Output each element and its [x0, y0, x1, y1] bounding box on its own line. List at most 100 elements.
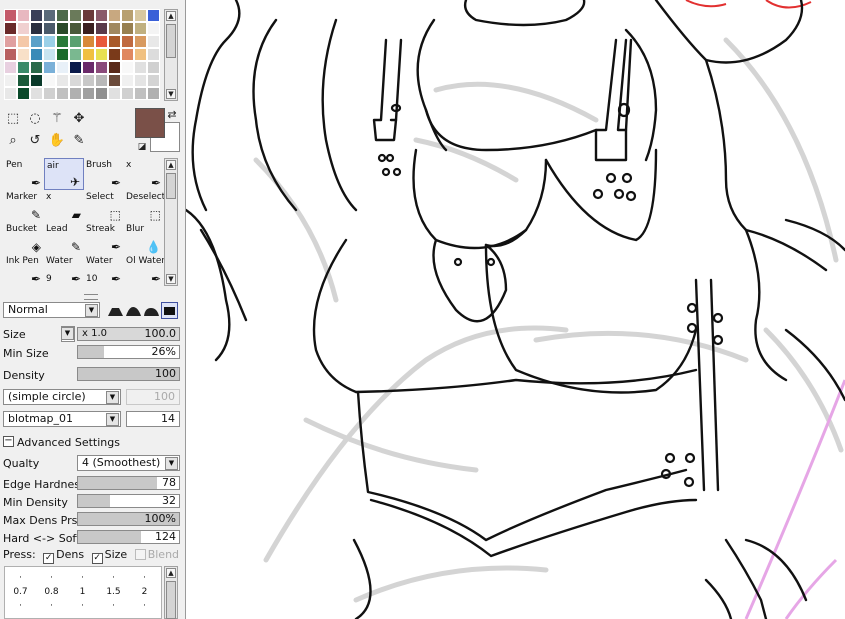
- palette-swatch[interactable]: [134, 87, 147, 100]
- tool-item[interactable]: Bucket ◈: [4, 222, 44, 254]
- tool-item[interactable]: Water 10 ✒: [84, 254, 124, 286]
- palette-swatch[interactable]: [121, 87, 134, 100]
- palette-swatch[interactable]: [121, 61, 134, 74]
- palette-swatch[interactable]: [30, 87, 43, 100]
- brush-size-dot-icon[interactable]: ·: [5, 573, 36, 583]
- edge-hardness-slider[interactable]: 78: [77, 476, 180, 490]
- sizes-scrollbar[interactable]: ▲: [164, 566, 178, 619]
- tool-item[interactable]: x ✒: [124, 158, 164, 190]
- palette-scrollbar[interactable]: ▲ ▼: [164, 9, 178, 101]
- palette-swatch[interactable]: [134, 22, 147, 35]
- max-dens-prs-slider[interactable]: 100%: [77, 512, 180, 526]
- palette-swatch[interactable]: [30, 61, 43, 74]
- tool-item[interactable]: Pen ✒: [4, 158, 44, 190]
- brush-shape-medium-icon[interactable]: [125, 302, 142, 319]
- palette-swatch[interactable]: [17, 87, 30, 100]
- palette-swatch[interactable]: [134, 35, 147, 48]
- scroll-up-icon[interactable]: ▲: [166, 568, 176, 578]
- primary-color-swatch[interactable]: [135, 108, 165, 138]
- palette-swatch[interactable]: [43, 22, 56, 35]
- palette-swatch[interactable]: [30, 9, 43, 22]
- palette-swatch[interactable]: [108, 87, 121, 100]
- hand-icon[interactable]: ✋: [48, 132, 66, 150]
- palette-swatch[interactable]: [30, 35, 43, 48]
- palette-swatch[interactable]: [147, 9, 160, 22]
- blend-mode-select[interactable]: Normal ▼: [3, 302, 100, 318]
- palette-swatch[interactable]: [134, 9, 147, 22]
- tool-item[interactable]: Marker ✎: [4, 190, 44, 222]
- scroll-thumb[interactable]: [166, 173, 176, 199]
- tool-item[interactable]: Ink Pen ✒: [4, 254, 44, 286]
- quality-select[interactable]: 4 (Smoothest) ▼: [77, 455, 180, 471]
- magic-wand-icon[interactable]: ⚚: [48, 110, 66, 128]
- palette-swatch[interactable]: [4, 61, 17, 74]
- palette-swatch[interactable]: [134, 48, 147, 61]
- palette-swatch[interactable]: [56, 35, 69, 48]
- palette-swatch[interactable]: [95, 74, 108, 87]
- palette-swatch[interactable]: [121, 74, 134, 87]
- scroll-thumb[interactable]: [166, 581, 176, 619]
- palette-swatch[interactable]: [30, 22, 43, 35]
- palette-swatch[interactable]: [56, 22, 69, 35]
- palette-swatch[interactable]: [56, 9, 69, 22]
- brush-size-dot-icon[interactable]: ·: [98, 601, 129, 611]
- palette-swatch[interactable]: [56, 74, 69, 87]
- palette-swatch[interactable]: [95, 35, 108, 48]
- lasso-icon[interactable]: ◌: [26, 110, 44, 128]
- palette-swatch[interactable]: [56, 48, 69, 61]
- density-slider[interactable]: 100: [77, 367, 180, 381]
- palette-swatch[interactable]: [108, 22, 121, 35]
- palette-swatch[interactable]: [147, 48, 160, 61]
- tool-item[interactable]: Water 9 ✒: [44, 254, 84, 286]
- brush-size-dot-icon[interactable]: ·: [129, 573, 160, 583]
- scroll-down-icon[interactable]: ▼: [166, 274, 176, 284]
- press-dens-checkbox[interactable]: ✓: [43, 553, 55, 564]
- palette-swatch[interactable]: [17, 61, 30, 74]
- brush-size-dot-icon[interactable]: ·: [36, 573, 67, 583]
- brush-texture-strength[interactable]: 14: [126, 411, 180, 427]
- palette-swatch[interactable]: [30, 74, 43, 87]
- palette-swatch[interactable]: [121, 35, 134, 48]
- palette-swatch[interactable]: [134, 74, 147, 87]
- press-size-checkbox[interactable]: ✓: [91, 553, 103, 564]
- palette-swatch[interactable]: [4, 87, 17, 100]
- palette-swatch[interactable]: [69, 9, 82, 22]
- palette-swatch[interactable]: [95, 22, 108, 35]
- rotate-icon[interactable]: ↺: [26, 132, 44, 150]
- palette-swatch[interactable]: [108, 9, 121, 22]
- palette-swatch[interactable]: [147, 87, 160, 100]
- min-size-slider[interactable]: 26%: [77, 345, 180, 359]
- move-icon[interactable]: ✥: [70, 110, 88, 128]
- tool-item[interactable]: Select ⬚: [84, 190, 124, 222]
- tool-item[interactable]: Deselect ⬚: [124, 190, 165, 222]
- palette-swatch[interactable]: [121, 9, 134, 22]
- palette-swatch[interactable]: [95, 48, 108, 61]
- reset-colors-icon[interactable]: ◪: [133, 138, 151, 156]
- palette-swatch[interactable]: [4, 74, 17, 87]
- palette-swatch[interactable]: [69, 74, 82, 87]
- palette-swatch[interactable]: [56, 87, 69, 100]
- palette-swatch[interactable]: [108, 74, 121, 87]
- scroll-down-icon[interactable]: ▼: [166, 89, 176, 99]
- palette-swatch[interactable]: [108, 48, 121, 61]
- palette-swatch[interactable]: [147, 22, 160, 35]
- palette-swatch[interactable]: [17, 9, 30, 22]
- drawing-canvas[interactable]: [186, 0, 845, 619]
- size-slider[interactable]: x 1.0 100.0: [77, 327, 180, 341]
- tool-item[interactable]: x ▰: [44, 190, 84, 222]
- palette-swatch[interactable]: [4, 9, 17, 22]
- swap-colors-icon[interactable]: ⇄: [163, 106, 181, 124]
- palette-swatch[interactable]: [69, 61, 82, 74]
- palette-swatch[interactable]: [108, 35, 121, 48]
- brush-size-dot-icon[interactable]: ·: [36, 601, 67, 611]
- scroll-up-icon[interactable]: ▲: [166, 11, 176, 21]
- palette-swatch[interactable]: [121, 48, 134, 61]
- palette-swatch[interactable]: [82, 9, 95, 22]
- palette-swatch[interactable]: [82, 35, 95, 48]
- palette-swatch[interactable]: [147, 35, 160, 48]
- palette-swatch[interactable]: [4, 22, 17, 35]
- brush-shape-flat-icon[interactable]: [161, 302, 178, 319]
- palette-swatch[interactable]: [43, 9, 56, 22]
- palette-swatch[interactable]: [43, 74, 56, 87]
- zoom-icon[interactable]: ⌕: [4, 132, 22, 150]
